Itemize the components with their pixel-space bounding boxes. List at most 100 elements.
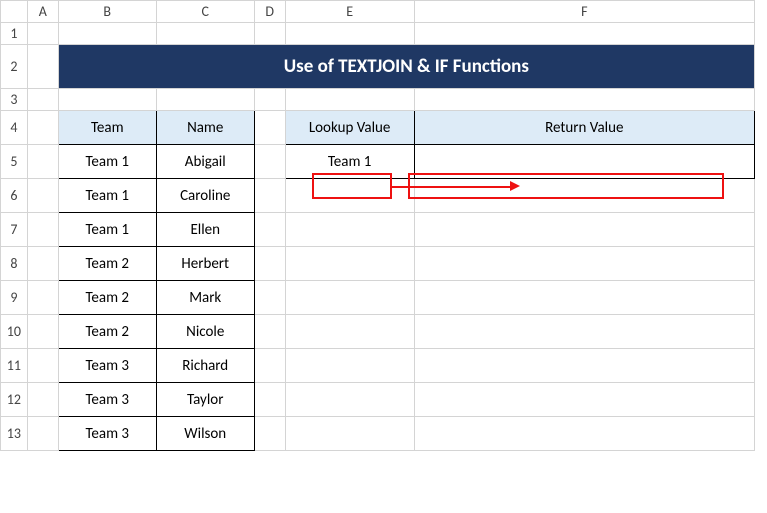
cell-A11[interactable] — [27, 349, 58, 383]
cell-A10[interactable] — [27, 315, 58, 349]
cell-A4[interactable] — [27, 111, 58, 145]
cell-D9[interactable] — [254, 281, 285, 315]
cell-F13[interactable] — [414, 417, 754, 451]
cell-C5[interactable]: Abigail — [156, 145, 254, 179]
cell-D5[interactable] — [254, 145, 285, 179]
table1-header-team[interactable]: Team — [58, 111, 156, 145]
cell-E5[interactable]: Team 1 — [285, 145, 414, 179]
cell-D13[interactable] — [254, 417, 285, 451]
row-header-6[interactable]: 6 — [1, 179, 28, 213]
cell-B7[interactable]: Team 1 — [58, 213, 156, 247]
cell-F7[interactable] — [414, 213, 754, 247]
cell-E3[interactable] — [285, 89, 414, 111]
cell-A1[interactable] — [27, 23, 58, 45]
row-header-9[interactable]: 9 — [1, 281, 28, 315]
cell-A9[interactable] — [27, 281, 58, 315]
cell-A3[interactable] — [27, 89, 58, 111]
table2-header-lookup[interactable]: Lookup Value — [285, 111, 414, 145]
cell-A6[interactable] — [27, 179, 58, 213]
cell-B13-value: Team 3 — [85, 425, 129, 443]
row-header-12[interactable]: 12 — [1, 383, 28, 417]
cell-A5[interactable] — [27, 145, 58, 179]
table2-header-return[interactable]: Return Value — [414, 111, 754, 145]
cell-E9[interactable] — [285, 281, 414, 315]
col-header-C[interactable]: C — [156, 1, 254, 23]
cell-C10[interactable]: Nicole — [156, 315, 254, 349]
cell-B9[interactable]: Team 2 — [58, 281, 156, 315]
title-banner-cell[interactable]: Use of TEXTJOIN & IF Functions — [58, 45, 754, 89]
cell-C5-value: Abigail — [185, 153, 226, 171]
row-header-11[interactable]: 11 — [1, 349, 28, 383]
cell-B10[interactable]: Team 2 — [58, 315, 156, 349]
cell-C8[interactable]: Herbert — [156, 247, 254, 281]
cell-B1[interactable] — [58, 23, 156, 45]
cell-F1[interactable] — [414, 23, 754, 45]
cell-D3[interactable] — [254, 89, 285, 111]
cell-E10[interactable] — [285, 315, 414, 349]
row-header-2[interactable]: 2 — [1, 45, 28, 89]
spreadsheet-view: A B C D E F 1 2 Use of TEXTJOIN & IF Fun… — [0, 0, 767, 513]
col-header-B[interactable]: B — [58, 1, 156, 23]
cell-F11[interactable] — [414, 349, 754, 383]
cell-D6[interactable] — [254, 179, 285, 213]
row-header-1[interactable]: 1 — [1, 23, 28, 45]
cell-F10[interactable] — [414, 315, 754, 349]
cell-B5[interactable]: Team 1 — [58, 145, 156, 179]
cell-C3[interactable] — [156, 89, 254, 111]
cell-D4[interactable] — [254, 111, 285, 145]
select-all-corner[interactable] — [1, 1, 28, 23]
row-header-13[interactable]: 13 — [1, 417, 28, 451]
row-header-3[interactable]: 3 — [1, 89, 28, 111]
row-header-4[interactable]: 4 — [1, 111, 28, 145]
row-header-5[interactable]: 5 — [1, 145, 28, 179]
cell-B12[interactable]: Team 3 — [58, 383, 156, 417]
cell-F6[interactable] — [414, 179, 754, 213]
cell-C1[interactable] — [156, 23, 254, 45]
cell-C7[interactable]: Ellen — [156, 213, 254, 247]
cell-A7[interactable] — [27, 213, 58, 247]
cell-D11[interactable] — [254, 349, 285, 383]
row-header-7[interactable]: 7 — [1, 213, 28, 247]
cell-B11[interactable]: Team 3 — [58, 349, 156, 383]
col-header-D[interactable]: D — [254, 1, 285, 23]
cell-F3[interactable] — [414, 89, 754, 111]
col-header-E[interactable]: E — [285, 1, 414, 23]
cell-B8[interactable]: Team 2 — [58, 247, 156, 281]
cell-E7[interactable] — [285, 213, 414, 247]
cell-F9[interactable] — [414, 281, 754, 315]
cell-A13[interactable] — [27, 417, 58, 451]
cell-C12[interactable]: Taylor — [156, 383, 254, 417]
cell-B8-value: Team 2 — [85, 255, 129, 273]
cell-C9[interactable]: Mark — [156, 281, 254, 315]
cell-C6[interactable]: Caroline — [156, 179, 254, 213]
cell-E12[interactable] — [285, 383, 414, 417]
cell-E11[interactable] — [285, 349, 414, 383]
cell-E8[interactable] — [285, 247, 414, 281]
cell-B3[interactable] — [58, 89, 156, 111]
cell-A8[interactable] — [27, 247, 58, 281]
cell-C11[interactable]: Richard — [156, 349, 254, 383]
cell-D7[interactable] — [254, 213, 285, 247]
row-header-8[interactable]: 8 — [1, 247, 28, 281]
table1-header-name[interactable]: Name — [156, 111, 254, 145]
col-header-A[interactable]: A — [27, 1, 58, 23]
cell-E6[interactable] — [285, 179, 414, 213]
cell-F8[interactable] — [414, 247, 754, 281]
row-header-10[interactable]: 10 — [1, 315, 28, 349]
cell-D8[interactable] — [254, 247, 285, 281]
cell-F12[interactable] — [414, 383, 754, 417]
cell-B13[interactable]: Team 3 — [58, 417, 156, 451]
cell-B6[interactable]: Team 1 — [58, 179, 156, 213]
cell-C11-value: Richard — [182, 357, 228, 375]
cell-B7-value: Team 1 — [85, 221, 129, 239]
cell-D1[interactable] — [254, 23, 285, 45]
cell-E1[interactable] — [285, 23, 414, 45]
cell-D12[interactable] — [254, 383, 285, 417]
cell-E13[interactable] — [285, 417, 414, 451]
cell-D10[interactable] — [254, 315, 285, 349]
cell-A12[interactable] — [27, 383, 58, 417]
col-header-F[interactable]: F — [414, 1, 754, 23]
cell-C13[interactable]: Wilson — [156, 417, 254, 451]
cell-A2[interactable] — [27, 45, 58, 89]
cell-F5[interactable] — [414, 145, 754, 179]
